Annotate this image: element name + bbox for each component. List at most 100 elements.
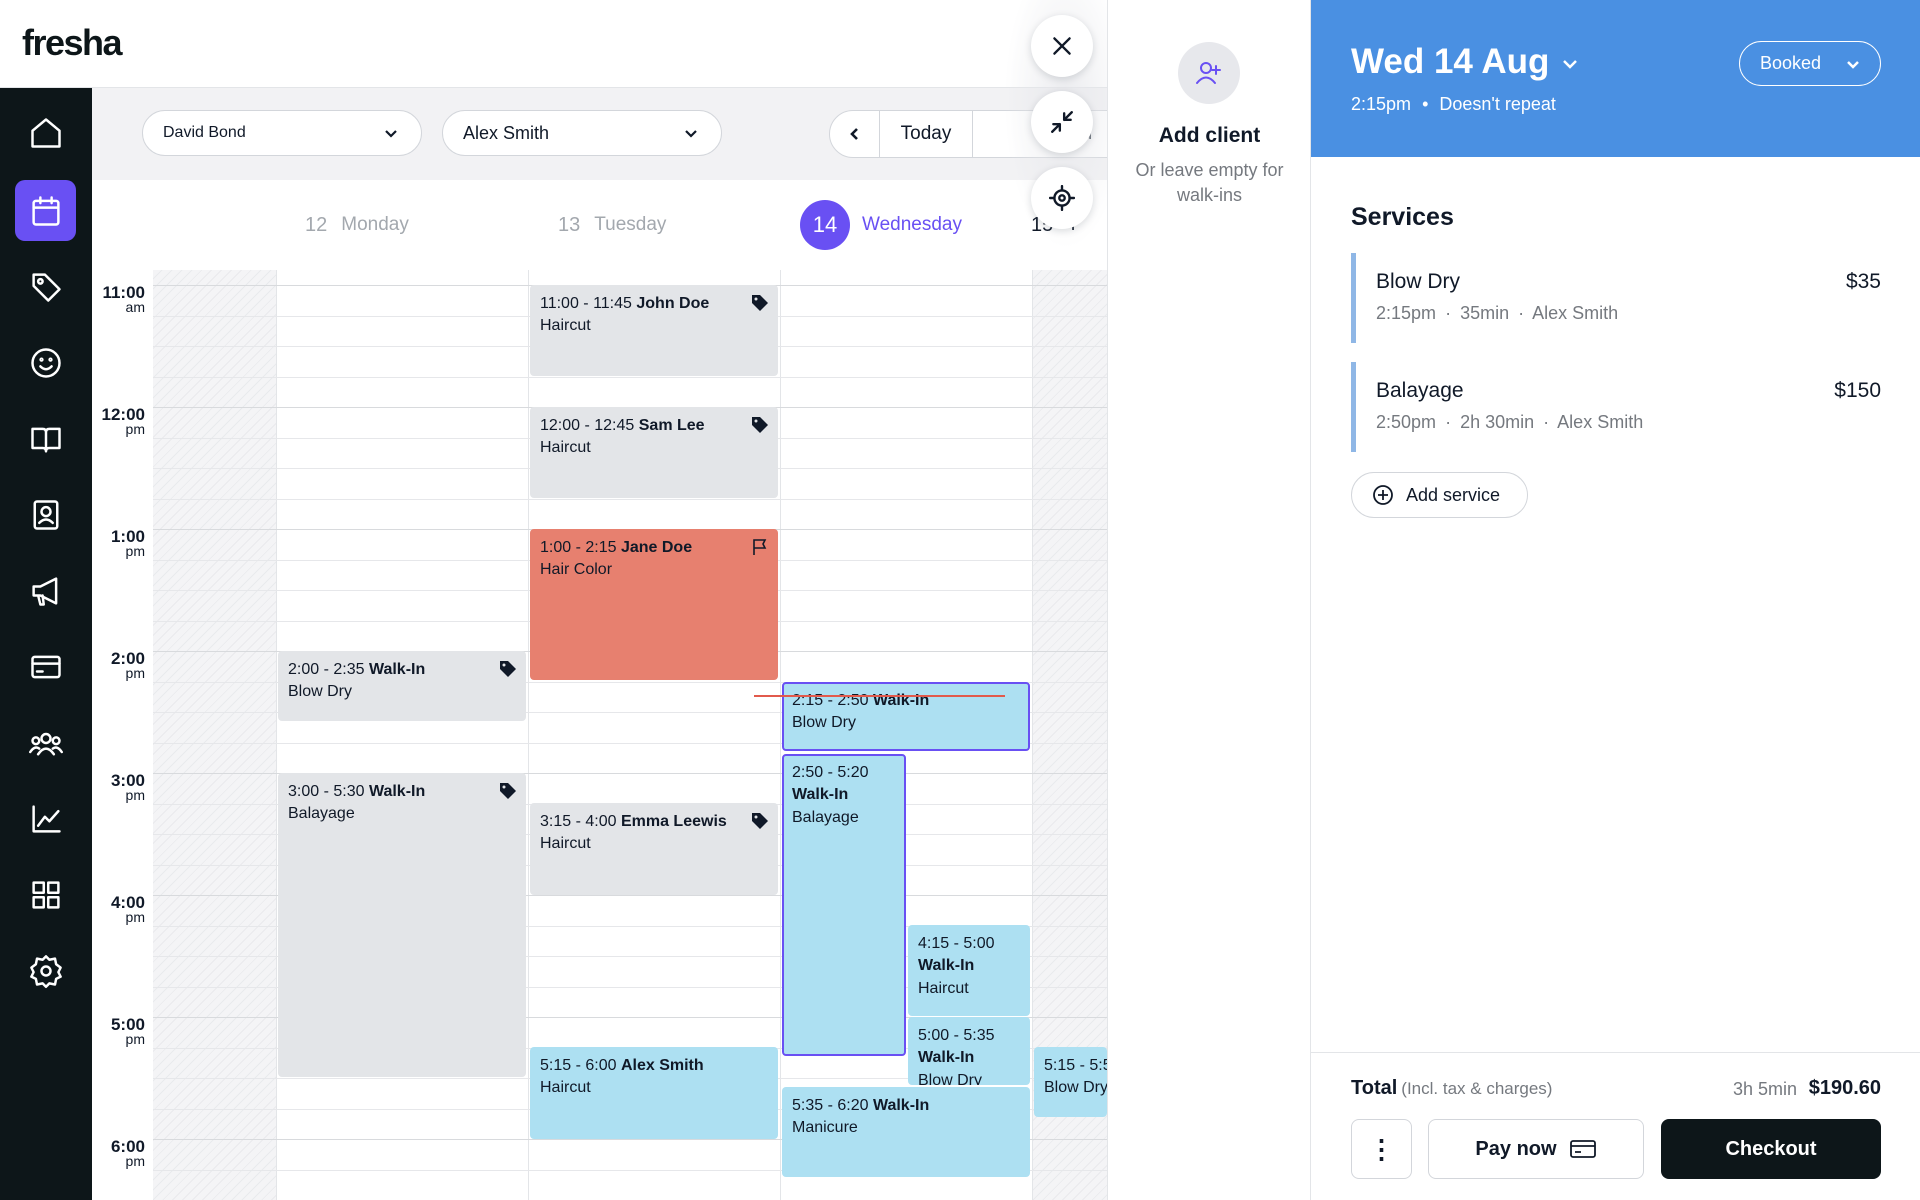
appointment-time: 2:15pm xyxy=(1351,94,1412,114)
appointment-card[interactable]: 5:15 - 6:00 Alex Smith Haircut xyxy=(530,1047,778,1139)
team-icon xyxy=(28,732,63,755)
services-heading: Services xyxy=(1351,203,1454,231)
tag-icon xyxy=(750,811,770,831)
day-header-monday[interactable]: 12 Monday xyxy=(305,180,409,270)
status-dropdown[interactable]: Booked xyxy=(1739,41,1881,86)
checkout-footer: Total (Incl. tax & charges) 3h 5min $190.… xyxy=(1311,1052,1920,1200)
sidebar-item-settings[interactable] xyxy=(15,940,76,1001)
tag-icon xyxy=(498,781,518,801)
appointment-card[interactable]: 5:15 - 5:5 Blow Dry xyxy=(1034,1047,1107,1117)
location-select[interactable]: David Bond xyxy=(142,110,422,156)
appointment-time-repeat[interactable]: 2:15pm • Doesn't repeat xyxy=(1351,94,1556,115)
tag-icon xyxy=(31,272,61,302)
service-name: Blow Dry xyxy=(1376,270,1461,293)
service-item[interactable]: Blow Dry $35 2:15pm · 35min · Alex Smith xyxy=(1351,253,1881,343)
chevron-left-icon xyxy=(849,128,858,140)
staff-select-value: Alex Smith xyxy=(463,122,550,143)
appointment-card[interactable]: 5:00 - 5:35 Walk-In Blow Dry xyxy=(908,1017,1030,1085)
time-label: 2:00 pm xyxy=(110,649,145,681)
time-label: 6:00 pm xyxy=(110,1137,145,1169)
checkout-button[interactable]: Checkout xyxy=(1661,1119,1881,1179)
previous-day-button[interactable] xyxy=(830,111,880,157)
appointment-header: Wed 14 Aug 2:15pm • Doesn't repeat Booke… xyxy=(1311,0,1920,157)
sidebar xyxy=(0,88,92,1200)
tag-icon xyxy=(750,415,770,435)
time-label: 3:00 pm xyxy=(110,771,145,803)
sidebar-item-clients[interactable] xyxy=(15,332,76,393)
unavailable-column xyxy=(153,270,276,1200)
time-label: 4:00 pm xyxy=(110,893,145,925)
add-client-subtitle: Or leave empty for walk-ins xyxy=(1135,160,1284,206)
apps-grid-icon xyxy=(31,880,60,909)
chart-icon xyxy=(31,804,61,833)
day-number: 13 xyxy=(558,213,581,236)
service-item[interactable]: Balayage $150 2:50pm · 2h 30min · Alex S… xyxy=(1351,362,1881,452)
sidebar-item-add-ons[interactable] xyxy=(15,864,76,925)
add-service-button[interactable]: Add service xyxy=(1351,472,1528,518)
close-button[interactable] xyxy=(1031,15,1093,77)
total-amount: $190.60 xyxy=(1808,1077,1881,1099)
tag-icon xyxy=(750,293,770,313)
sidebar-item-reports[interactable] xyxy=(15,788,76,849)
contact-card-icon xyxy=(33,499,58,530)
day-header-tuesday[interactable]: 13 Tuesday xyxy=(558,180,666,270)
sidebar-item-team-profile[interactable] xyxy=(15,484,76,545)
day-headers: 12 Monday 13 Tuesday 14 Wednesday 15 T xyxy=(92,180,1107,270)
sidebar-item-marketing[interactable] xyxy=(15,560,76,621)
appointment-card[interactable]: 3:15 - 4:00 Emma Leewis Haircut xyxy=(530,803,778,895)
add-client-button[interactable] xyxy=(1178,42,1240,104)
service-name: Balayage xyxy=(1376,379,1464,402)
appointment-date-picker[interactable]: Wed 14 Aug xyxy=(1351,42,1579,82)
add-user-icon xyxy=(1196,62,1221,84)
book-icon xyxy=(30,427,61,453)
megaphone-icon xyxy=(31,576,57,606)
flag-icon xyxy=(750,537,770,557)
home-icon xyxy=(30,117,61,148)
separator-dot: • xyxy=(1422,94,1429,114)
appointment-card[interactable]: 12:00 - 12:45 Sam Lee Haircut xyxy=(530,407,778,498)
time-label: 12:00 pm xyxy=(101,405,145,437)
collapse-icon xyxy=(1051,111,1073,133)
sidebar-item-team[interactable] xyxy=(15,712,76,773)
collapse-button[interactable] xyxy=(1031,91,1093,153)
locate-button[interactable] xyxy=(1031,167,1093,229)
appointment-card[interactable]: 3:00 - 5:30 Walk-In Balayage xyxy=(278,773,526,1077)
today-badge: 14 xyxy=(800,200,850,250)
day-header-wednesday[interactable]: 14 Wednesday xyxy=(800,180,962,270)
appointment-card[interactable]: 2:00 - 2:35 Walk-In Blow Dry xyxy=(278,651,526,721)
more-options-button[interactable]: ⋮ xyxy=(1351,1119,1412,1179)
calendar-toolbar: David Bond Alex Smith Today Au xyxy=(92,88,1114,180)
chevron-down-icon xyxy=(1563,60,1578,69)
payment-card-icon xyxy=(30,655,61,678)
time-label: 1:00 pm xyxy=(110,527,145,559)
repeat-setting: Doesn't repeat xyxy=(1439,94,1556,114)
payment-card-icon xyxy=(1569,1140,1596,1158)
fresha-logo[interactable]: fresha xyxy=(22,22,123,64)
appointment-card[interactable]: 4:15 - 5:00 Walk-In Haircut xyxy=(908,925,1030,1016)
total-note: (Incl. tax & charges) xyxy=(1401,1079,1553,1098)
service-meta: 2:15pm · 35min · Alex Smith xyxy=(1376,303,1619,323)
sidebar-item-payments[interactable] xyxy=(15,636,76,697)
service-price: $150 xyxy=(1834,379,1881,402)
day-name: Wednesday xyxy=(862,214,962,235)
sidebar-item-calendar[interactable] xyxy=(15,180,76,241)
add-client-title[interactable]: Add client xyxy=(1108,124,1311,148)
staff-select[interactable]: Alex Smith xyxy=(442,110,722,156)
pay-now-button[interactable]: Pay now xyxy=(1428,1119,1644,1179)
sidebar-item-catalog[interactable] xyxy=(15,408,76,469)
time-label: 5:00 pm xyxy=(110,1015,145,1047)
sidebar-item-home[interactable] xyxy=(15,102,76,163)
service-price: $35 xyxy=(1845,270,1881,293)
appointment-card[interactable]: 11:00 - 11:45 John Doe Haircut xyxy=(530,285,778,376)
appointment-card[interactable]: 1:00 - 2:15 Jane Doe Hair Color xyxy=(530,529,778,680)
top-bar: fresha xyxy=(0,0,1107,88)
appointment-card[interactable]: 5:35 - 6:20 Walk-In Manicure xyxy=(782,1087,1030,1177)
selected-appointment-card[interactable]: 2:50 - 5:20 Walk-In Balayage xyxy=(782,754,906,1056)
chevron-down-icon xyxy=(683,125,699,141)
today-button[interactable]: Today xyxy=(880,111,973,157)
selected-appointment-card[interactable]: 2:15 - 2:50 Walk-In Blow Dry xyxy=(782,682,1030,751)
sidebar-item-sales[interactable] xyxy=(15,256,76,317)
tag-icon xyxy=(498,659,518,679)
location-select-value: David Bond xyxy=(163,124,246,141)
smiley-icon xyxy=(30,347,61,378)
